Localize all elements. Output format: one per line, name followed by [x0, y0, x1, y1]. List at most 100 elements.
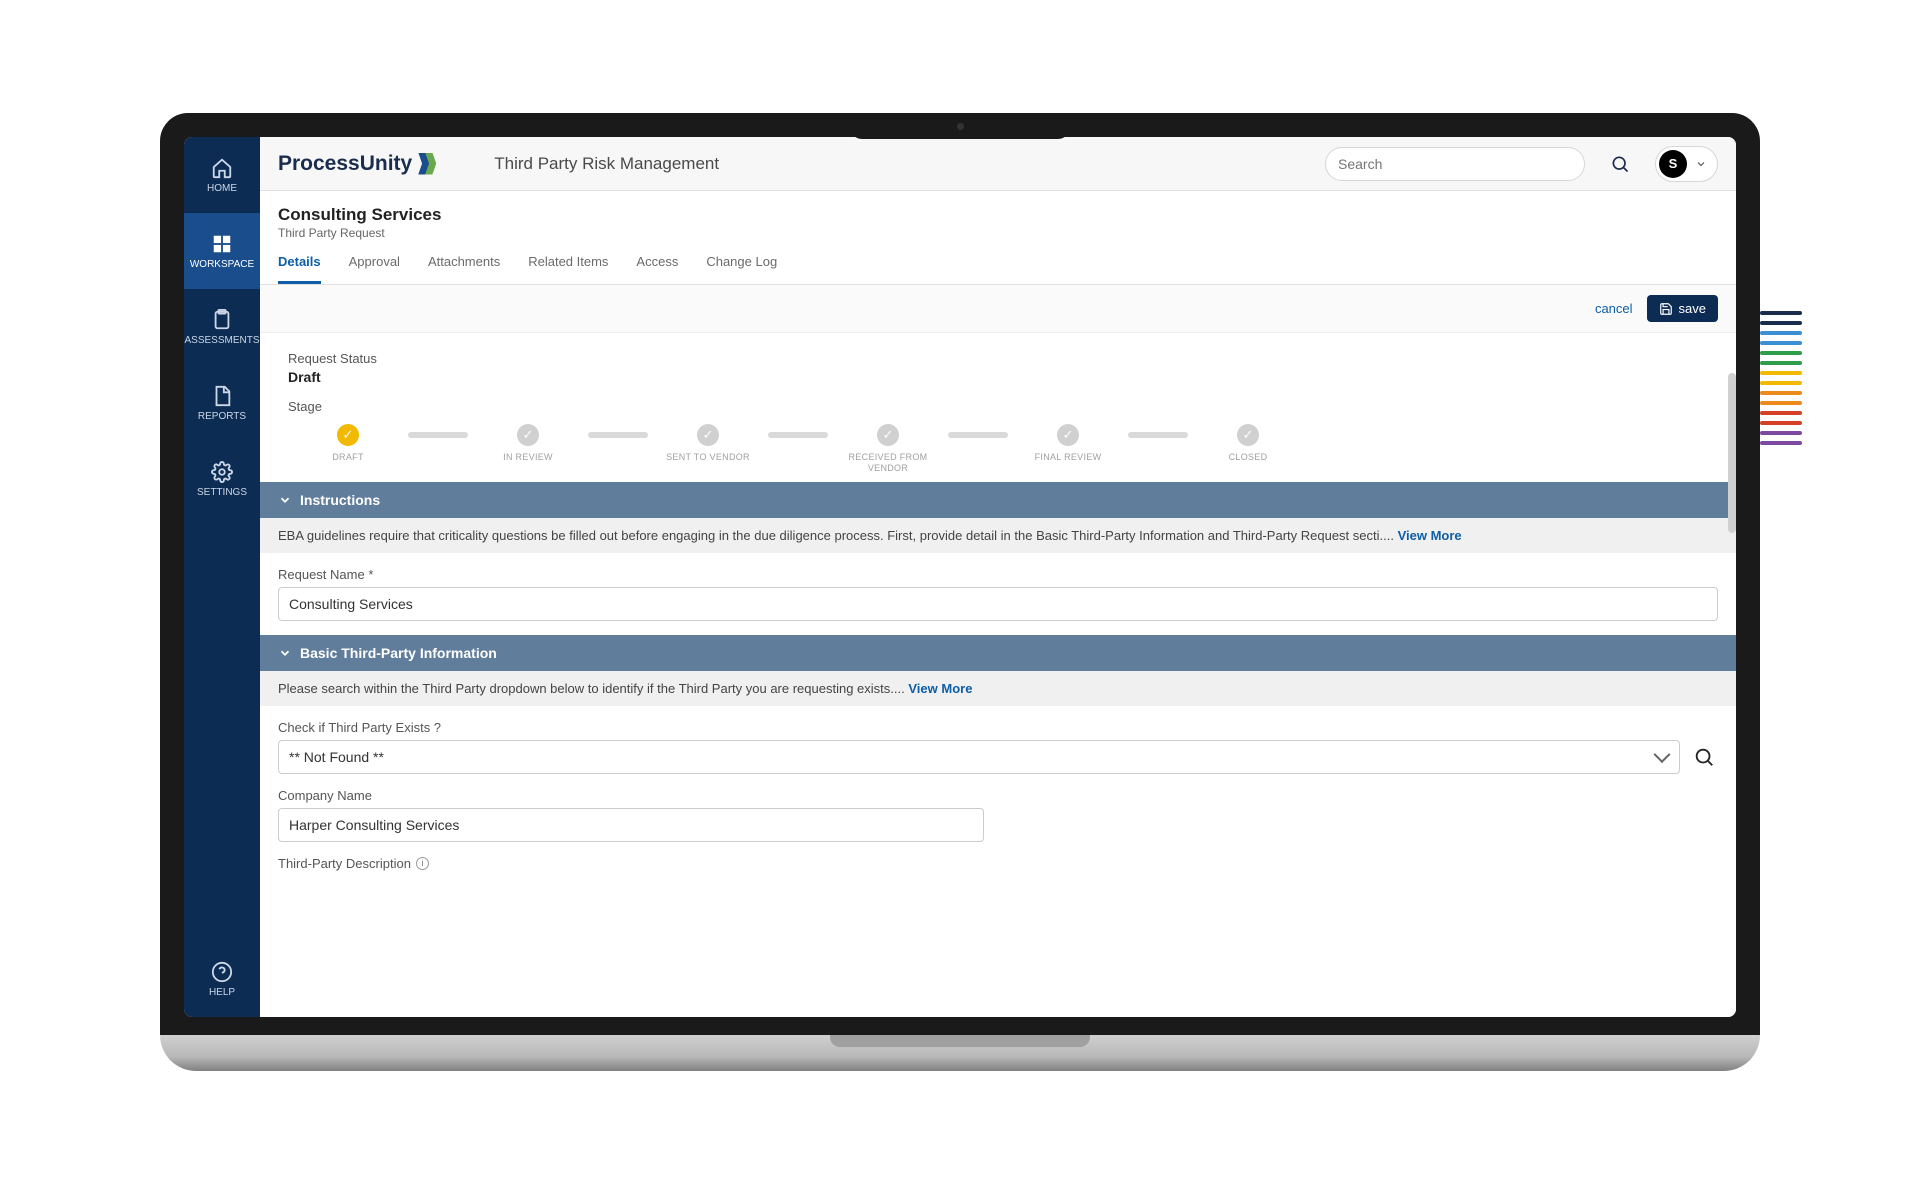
stage-name: SENT TO VENDOR [666, 452, 750, 463]
chevron-down-icon [278, 646, 292, 660]
instructions-body: Request Name * [260, 553, 1736, 635]
user-menu[interactable]: S [1655, 146, 1718, 182]
instructions-text: EBA guidelines require that criticality … [278, 528, 1394, 543]
stage-final-review: ✓ FINAL REVIEW [1008, 424, 1128, 463]
help-icon [211, 961, 233, 983]
section-header-instructions[interactable]: Instructions [260, 482, 1736, 518]
check-icon: ✓ [1237, 424, 1259, 446]
clipboard-icon [211, 309, 233, 331]
page-header: Consulting Services Third Party Request … [260, 191, 1736, 285]
brand-logo: ProcessUnity [278, 152, 436, 176]
check-exists-select[interactable]: ** Not Found ** [278, 740, 1680, 774]
view-more-link[interactable]: View More [908, 681, 972, 696]
status-block: Request Status Draft Stage ✓DRAFT ✓IN RE… [260, 333, 1736, 482]
gear-icon [211, 461, 233, 483]
request-status-label: Request Status [288, 351, 1708, 366]
check-exists-label: Check if Third Party Exists ? [278, 720, 1718, 735]
request-status-value: Draft [288, 369, 1708, 385]
view-more-link[interactable]: View More [1398, 528, 1462, 543]
stage-name: IN REVIEW [503, 452, 553, 463]
chevron-down-icon [278, 493, 292, 507]
stage-in-review: ✓IN REVIEW [468, 424, 588, 463]
brand-name: ProcessUnity [278, 152, 412, 176]
stage-closed: ✓ CLOSED [1188, 424, 1308, 463]
request-name-label: Request Name * [278, 567, 1718, 582]
camera-notch [850, 113, 1070, 139]
stage-received-from-vendor: ✓ RECEIVED FROM VENDOR [828, 424, 948, 474]
laptop-frame: HOME WORKSPACE ASSESSMENTS REPORTS SETTI… [160, 113, 1760, 1071]
basic-hint-text: Please search within the Third Party dro… [278, 681, 905, 696]
tab-related-items[interactable]: Related Items [528, 254, 608, 284]
sidebar-item-workspace[interactable]: WORKSPACE [184, 213, 260, 289]
search-box[interactable] [1325, 147, 1585, 181]
stage-name: DRAFT [332, 452, 364, 463]
request-name-input[interactable] [278, 587, 1718, 621]
stage-tracker: ✓DRAFT ✓IN REVIEW ✓SENT TO VENDOR ✓RECEI… [288, 424, 1708, 474]
stage-connector [1128, 432, 1188, 438]
document-icon [211, 385, 233, 407]
stage-sent-to-vendor: ✓ SENT TO VENDOR [648, 424, 768, 463]
stage-connector [408, 432, 468, 438]
camera-icon [957, 123, 964, 130]
search-input[interactable] [1338, 156, 1572, 172]
company-name-input[interactable] [278, 808, 984, 842]
body: Request Status Draft Stage ✓DRAFT ✓IN RE… [260, 333, 1736, 1017]
check-icon: ✓ [877, 424, 899, 446]
section-title: Instructions [300, 492, 380, 508]
sidebar-item-label: HOME [207, 183, 237, 194]
screen: HOME WORKSPACE ASSESSMENTS REPORTS SETTI… [184, 137, 1736, 1017]
stage-name: FINAL REVIEW [1035, 452, 1102, 463]
stage-connector [768, 432, 828, 438]
third-party-desc-label: Third-Party Description i [278, 856, 1718, 871]
actions-bar: cancel save [260, 285, 1736, 333]
screen-bezel: HOME WORKSPACE ASSESSMENTS REPORTS SETTI… [160, 113, 1760, 1035]
cancel-button[interactable]: cancel [1595, 301, 1633, 316]
chevron-down-icon [1695, 158, 1707, 170]
sidebar: HOME WORKSPACE ASSESSMENTS REPORTS SETTI… [184, 137, 260, 1017]
laptop-base [160, 1035, 1760, 1071]
sidebar-item-label: REPORTS [198, 411, 246, 422]
app-title: Third Party Risk Management [494, 154, 719, 174]
stage-name: RECEIVED FROM VENDOR [828, 452, 948, 474]
company-name-label: Company Name [278, 788, 1718, 803]
tabs: Details Approval Attachments Related Ite… [278, 254, 1718, 284]
check-icon: ✓ [1057, 424, 1079, 446]
check-icon: ✓ [697, 424, 719, 446]
save-button[interactable]: save [1647, 295, 1718, 322]
stage-label: Stage [288, 399, 1708, 414]
save-button-label: save [1679, 301, 1706, 316]
basic-hint: Please search within the Third Party dro… [260, 671, 1736, 706]
scrollbar[interactable] [1728, 373, 1736, 533]
main-app: ProcessUnity Third Party Risk Management… [260, 137, 1736, 1017]
search-button[interactable] [1603, 147, 1637, 181]
check-exists-select-wrap: ** Not Found ** [278, 740, 1680, 774]
avatar: S [1659, 150, 1687, 178]
stage-name: CLOSED [1229, 452, 1268, 463]
topbar: ProcessUnity Third Party Risk Management… [260, 137, 1736, 191]
section-header-basic-info[interactable]: Basic Third-Party Information [260, 635, 1736, 671]
sidebar-item-settings[interactable]: SETTINGS [184, 441, 260, 517]
section-title: Basic Third-Party Information [300, 645, 497, 661]
tab-details[interactable]: Details [278, 254, 321, 284]
lookup-button[interactable] [1690, 743, 1718, 771]
page-title: Consulting Services [278, 205, 1718, 225]
sidebar-item-help[interactable]: HELP [184, 941, 260, 1017]
search-icon [1693, 746, 1715, 768]
tab-change-log[interactable]: Change Log [706, 254, 777, 284]
instructions-hint: EBA guidelines require that criticality … [260, 518, 1736, 553]
stage-connector [588, 432, 648, 438]
decorative-stripes [1760, 311, 1802, 445]
tab-approval[interactable]: Approval [349, 254, 400, 284]
tab-attachments[interactable]: Attachments [428, 254, 500, 284]
sidebar-item-home[interactable]: HOME [184, 137, 260, 213]
sidebar-item-assessments[interactable]: ASSESSMENTS [184, 289, 260, 365]
grid-icon [211, 233, 233, 255]
save-icon [1659, 302, 1673, 316]
home-icon [211, 157, 233, 179]
check-icon: ✓ [337, 424, 359, 446]
page-subtitle: Third Party Request [278, 226, 1718, 240]
tab-access[interactable]: Access [636, 254, 678, 284]
sidebar-item-reports[interactable]: REPORTS [184, 365, 260, 441]
info-icon[interactable]: i [416, 857, 429, 870]
sidebar-item-label: WORKSPACE [190, 259, 254, 270]
